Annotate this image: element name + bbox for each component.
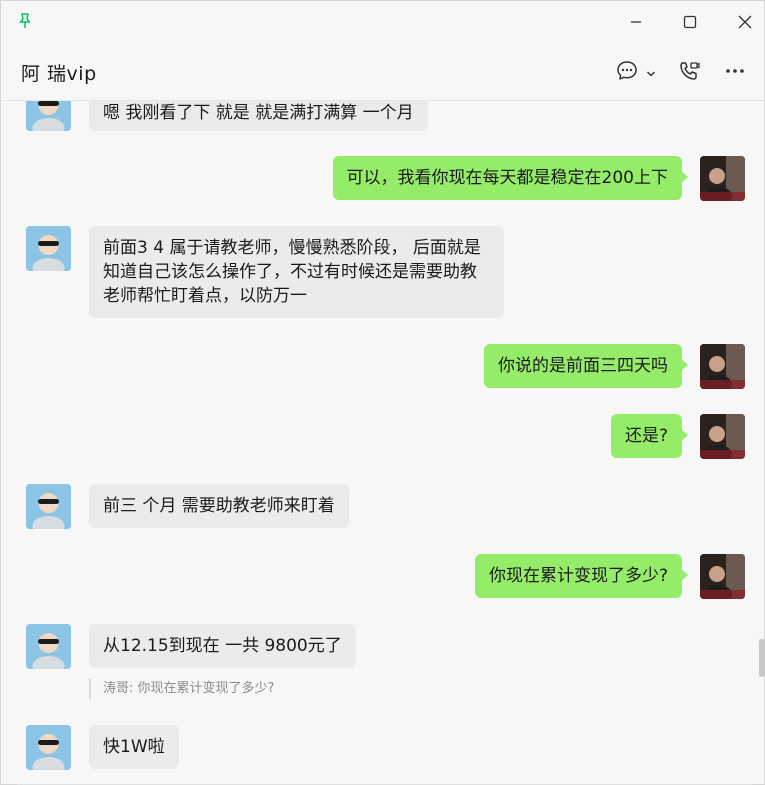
message-bubble[interactable]: 前三 个月 需要助教老师来盯着 (89, 484, 349, 528)
chat-bubble-icon[interactable] (615, 59, 639, 83)
message-bubble[interactable]: 快1W啦 (89, 725, 179, 769)
avatar[interactable] (26, 725, 71, 770)
video-call-icon[interactable] (677, 59, 701, 83)
maximize-icon[interactable] (679, 11, 701, 33)
message-bubble[interactable]: 你现在累计变现了多少? (474, 554, 689, 598)
scrollbar-thumb[interactable] (759, 639, 765, 677)
avatar[interactable] (26, 226, 71, 271)
minimize-icon[interactable] (625, 11, 647, 33)
chat-header: 阿 瑞vip (1, 43, 765, 101)
chat-title: 阿 瑞vip (21, 63, 97, 85)
pin-icon[interactable] (15, 11, 35, 31)
avatar[interactable] (26, 101, 71, 131)
avatar[interactable] (26, 484, 71, 529)
title-bar (1, 1, 765, 43)
avatar[interactable] (700, 414, 745, 459)
more-icon[interactable] (723, 59, 747, 83)
message-bubble[interactable]: 可以，我看你现在每天都是稳定在200上下 (332, 156, 689, 200)
close-icon[interactable] (734, 11, 756, 33)
message-bubble[interactable]: 还是? (610, 414, 689, 458)
chevron-down-icon[interactable] (645, 65, 657, 77)
avatar[interactable] (700, 554, 745, 599)
message-bubble[interactable]: 前面3 4 属于请教老师，慢慢熟悉阶段， 后面就是知道自己该怎么操作了，不过有时… (89, 226, 504, 318)
message-bubble[interactable]: 嗯 我刚看了下 就是 就是满打满算 一个月 (89, 101, 428, 131)
avatar[interactable] (26, 624, 71, 669)
message-bubble[interactable]: 你说的是前面三四天吗 (484, 344, 688, 388)
message-bubble[interactable]: 从12.15到现在 一共 9800元了 (89, 624, 356, 668)
quoted-reply[interactable]: 涛哥: 你现在累计变现了多少? (89, 679, 274, 699)
avatar[interactable] (700, 156, 745, 201)
message-list[interactable]: 嗯 我刚看了下 就是 就是满打满算 一个月 可以，我看你现在每天都是稳定在200… (1, 101, 765, 785)
chat-window: 阿 瑞vip 嗯 我刚看了下 就是 就是满打满算 一个月 可以，我看你现在每天都… (0, 0, 765, 785)
avatar[interactable] (700, 344, 745, 389)
